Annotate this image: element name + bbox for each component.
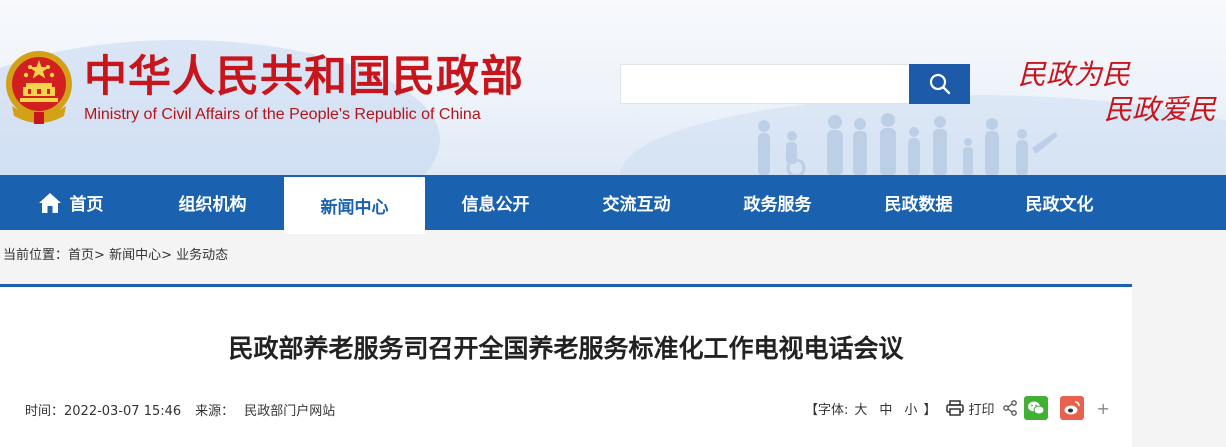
share-button[interactable] — [1002, 400, 1018, 416]
nav-item-gov-services[interactable]: 政务服务 — [707, 175, 848, 230]
main-nav: 首页 组织机构 新闻中心 信息公开 交流互动 政务服务 民政数据 民政文化 — [0, 175, 1226, 234]
slogan-line-1: 民政为民 — [1018, 58, 1131, 91]
article-meta: 时间：2022-03-07 15:46 来源： 民政部门户网站 — [25, 400, 341, 419]
nav-item-news-center[interactable]: 新闻中心 — [284, 177, 425, 234]
people-silhouettes-illustration — [758, 113, 1058, 175]
search-box — [620, 64, 970, 104]
font-size-label: 【字体: — [805, 402, 849, 418]
print-label: 打印 — [968, 402, 995, 418]
search-input[interactable] — [621, 65, 929, 103]
site-title[interactable]: 中华人民共和国民政部 — [84, 52, 524, 102]
source-value: 民政部门户网站 — [244, 404, 336, 419]
share-icon — [1003, 400, 1018, 416]
nav-item-info-disclosure[interactable]: 信息公开 — [425, 175, 566, 230]
article-title: 民政部养老服务司召开全国养老服务标准化工作电视电话会议 — [228, 334, 904, 363]
font-size-close: 】 — [923, 402, 937, 418]
nav-item-civil-culture[interactable]: 民政文化 — [989, 175, 1130, 230]
breadcrumb-home-link[interactable]: 首页 — [68, 248, 94, 263]
breadcrumb-news-link[interactable]: 新闻中心 — [109, 248, 161, 263]
nav-item-organization[interactable]: 组织机构 — [142, 175, 283, 230]
slogan-line-2: 民政爱民 — [1104, 93, 1217, 126]
nav-item-interaction[interactable]: 交流互动 — [566, 175, 707, 230]
breadcrumb: 当前位置：首页> 新闻中心> 业务动态 — [3, 244, 228, 263]
time-value: 2022-03-07 15:46 — [64, 404, 182, 419]
weibo-icon — [1064, 401, 1081, 415]
site-header: 中华人民共和国民政部 Ministry of Civil Affairs of … — [0, 0, 1226, 175]
article-panel: 民政部养老服务司召开全国养老服务标准化工作电视电话会议 时间：2022-03-0… — [0, 284, 1132, 447]
print-icon — [946, 400, 965, 416]
nav-item-civil-data[interactable]: 民政数据 — [848, 175, 989, 230]
nav-item-home[interactable]: 首页 — [0, 175, 141, 230]
site-subtitle-en: Ministry of Civil Affairs of the People'… — [84, 106, 481, 123]
search-button[interactable] — [909, 64, 970, 104]
wechat-icon — [1028, 401, 1045, 415]
font-size-large[interactable]: 大 — [854, 399, 867, 418]
breadcrumb-separator: > — [94, 248, 105, 263]
home-icon — [38, 192, 62, 214]
nav-item-label: 首页 — [69, 195, 104, 215]
emblem-icon[interactable] — [4, 50, 74, 126]
breadcrumb-separator: > — [161, 248, 172, 263]
search-icon — [929, 73, 950, 95]
plus-icon[interactable]: + — [1096, 399, 1109, 418]
print-button[interactable]: 打印 — [946, 399, 994, 418]
breadcrumb-prefix: 当前位置： — [3, 248, 69, 263]
weibo-share-button[interactable] — [1060, 396, 1085, 420]
font-size-small[interactable]: 小 — [904, 399, 917, 418]
source-label: 来源： — [195, 404, 235, 419]
time-label: 时间： — [25, 404, 65, 419]
wechat-share-button[interactable] — [1024, 396, 1049, 420]
breadcrumb-current[interactable]: 业务动态 — [176, 248, 228, 263]
font-size-medium[interactable]: 中 — [879, 399, 892, 418]
article-tools: 【字体: 大 中 小 】 打印 + — [805, 395, 1110, 421]
